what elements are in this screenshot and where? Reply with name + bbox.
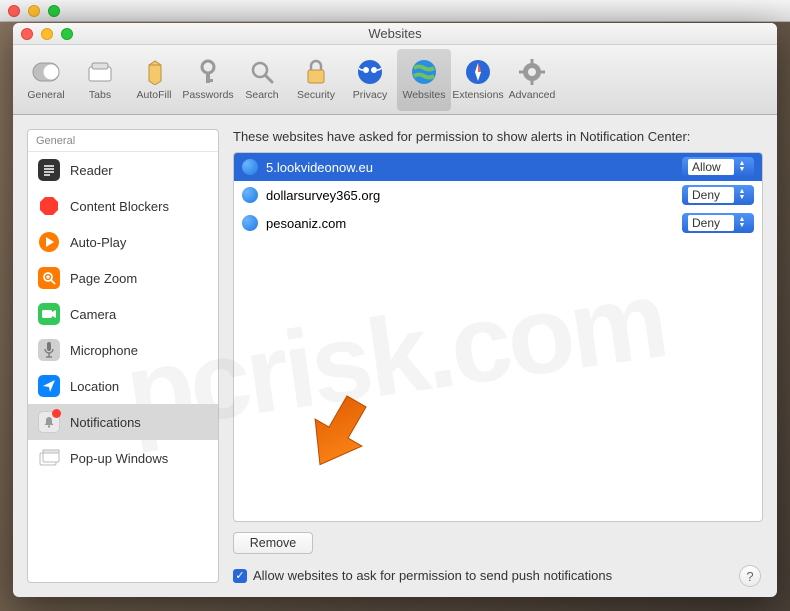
tab-label: General [27,89,64,101]
tab-label: AutoFill [136,89,171,101]
sidebar-item-camera[interactable]: Camera [28,296,218,332]
parent-window-titlebar [0,0,790,22]
minimize-window-button[interactable] [28,5,40,17]
site-globe-icon [242,187,258,203]
tab-general[interactable]: General [19,49,73,111]
sidebar-item-label: Pop-up Windows [70,451,168,466]
site-globe-icon [242,159,258,175]
sidebar-item-notifications[interactable]: Notifications [28,404,218,440]
permission-value: Deny [688,215,734,231]
sidebar-item-page-zoom[interactable]: Page Zoom [28,260,218,296]
site-domain: pesoaniz.com [266,216,674,231]
sidebar-item-label: Notifications [70,415,141,430]
site-globe-icon [242,215,258,231]
preferences-titlebar: Websites [13,23,777,45]
tab-label: Tabs [89,89,111,101]
sidebar-header: General [28,130,218,152]
tab-autofill[interactable]: AutoFill [127,49,181,111]
stop-icon [38,195,60,217]
pref-close-button[interactable] [21,28,33,40]
window-icon [38,447,60,469]
preferences-window: Websites General Tabs AutoFill Passwords [13,23,777,597]
sidebar-item-label: Content Blockers [70,199,169,214]
tab-extensions[interactable]: Extensions [451,49,505,111]
tab-label: Extensions [452,89,503,101]
sidebar-item-content-blockers[interactable]: Content Blockers [28,188,218,224]
permission-select[interactable]: Deny ▲▼ [682,213,754,233]
permission-value: Allow [688,159,734,175]
tab-security[interactable]: Security [289,49,343,111]
chevron-updown-icon: ▲▼ [736,189,748,201]
chevron-updown-icon: ▲▼ [736,161,748,173]
tab-websites[interactable]: Websites [397,49,451,111]
sidebar-item-label: Auto-Play [70,235,126,250]
main-panel: These websites have asked for permission… [233,129,763,583]
sidebar-item-label: Reader [70,163,113,178]
gear-icon [518,58,546,86]
site-row[interactable]: 5.lookvideonow.eu Allow ▲▼ [234,153,762,181]
site-domain: 5.lookvideonow.eu [266,160,674,175]
pencil-icon [140,58,168,86]
tab-label: Websites [403,89,446,101]
sidebar-item-label: Camera [70,307,116,322]
sidebar-item-popup-windows[interactable]: Pop-up Windows [28,440,218,476]
tab-label: Search [245,89,278,101]
allow-ask-checkbox-row[interactable]: ✓ Allow websites to ask for permission t… [233,568,763,583]
tab-label: Advanced [509,89,556,101]
sidebar-item-reader[interactable]: Reader [28,152,218,188]
permission-select[interactable]: Deny ▲▼ [682,185,754,205]
microphone-icon [38,339,60,361]
lock-icon [302,58,330,86]
content-area: pcrisk.com General Reader Content Blocke… [13,115,777,597]
pref-zoom-button[interactable] [61,28,73,40]
permission-select[interactable]: Allow ▲▼ [682,157,754,177]
preferences-toolbar: General Tabs AutoFill Passwords Search [13,45,777,115]
sidebar-item-label: Location [70,379,119,394]
remove-button[interactable]: Remove [233,532,313,554]
checkbox-checked-icon[interactable]: ✓ [233,569,247,583]
chevron-updown-icon: ▲▼ [736,217,748,229]
sidebar-item-microphone[interactable]: Microphone [28,332,218,368]
tab-tabs[interactable]: Tabs [73,49,127,111]
site-list: 5.lookvideonow.eu Allow ▲▼ dollarsurvey3… [233,152,763,522]
zoom-window-button[interactable] [48,5,60,17]
compass-icon [464,58,492,86]
tab-label: Security [297,89,335,101]
search-icon [248,58,276,86]
key-icon [194,58,222,86]
main-header: These websites have asked for permission… [233,129,763,144]
tab-advanced[interactable]: Advanced [505,49,559,111]
permission-value: Deny [688,187,734,203]
tab-label: Passwords [182,89,233,101]
play-icon [38,231,60,253]
globe-icon [410,58,438,86]
privacy-icon [356,58,384,86]
site-domain: dollarsurvey365.org [266,188,674,203]
help-button[interactable]: ? [739,565,761,587]
tab-search[interactable]: Search [235,49,289,111]
pref-minimize-button[interactable] [41,28,53,40]
checkbox-label: Allow websites to ask for permission to … [253,568,612,583]
sidebar-item-label: Microphone [70,343,138,358]
zoom-icon [38,267,60,289]
location-icon [38,375,60,397]
sidebar-item-auto-play[interactable]: Auto-Play [28,224,218,260]
tab-passwords[interactable]: Passwords [181,49,235,111]
camera-icon [38,303,60,325]
switch-icon [32,58,60,86]
reader-icon [38,159,60,181]
tab-privacy[interactable]: Privacy [343,49,397,111]
tab-label: Privacy [353,89,387,101]
preferences-title: Websites [368,26,421,41]
site-row[interactable]: dollarsurvey365.org Deny ▲▼ [234,181,762,209]
close-window-button[interactable] [8,5,20,17]
tabs-icon [86,58,114,86]
sidebar: General Reader Content Blockers Auto-Pla… [27,129,219,583]
sidebar-item-label: Page Zoom [70,271,137,286]
sidebar-item-location[interactable]: Location [28,368,218,404]
notification-badge [52,409,61,418]
site-row[interactable]: pesoaniz.com Deny ▲▼ [234,209,762,237]
